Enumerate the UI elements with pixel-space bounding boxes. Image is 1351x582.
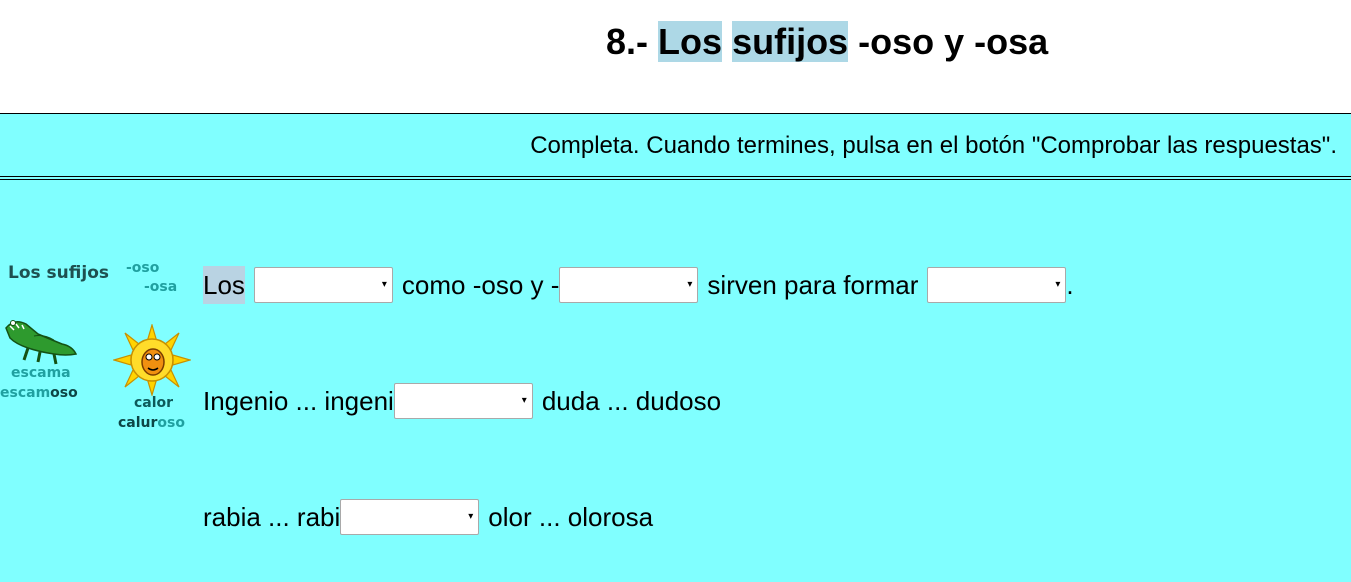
line2-text-ingenio: Ingenio ... ingeni: [203, 386, 394, 416]
sidebar-example-caluroso: caluroso: [118, 415, 185, 431]
sun-icon: [113, 324, 191, 396]
caluroso-stem: calur: [118, 415, 158, 431]
line1-text-como: como -oso y -: [401, 270, 560, 300]
escamoso-suffix: oso: [50, 385, 78, 401]
sidebar-title: Los sufijos: [8, 263, 109, 283]
dropdown-arrow-icon: ▾: [381, 279, 387, 290]
line1-text-period: .: [1066, 270, 1074, 300]
exercise-line-2: Ingenio ... ingeni ▾ duda ... dudoso: [203, 382, 721, 420]
line2-dropdown-1[interactable]: ▾: [393, 383, 533, 419]
line1-dropdown-2[interactable]: ▾: [559, 267, 699, 303]
line2-text-duda: duda ... dudoso: [541, 386, 722, 416]
caluroso-suffix: oso: [157, 415, 185, 431]
line1-text-sirven: sirven para formar: [707, 270, 919, 300]
exercise-line-1: Los ▾ como -oso y - ▾ sirven para formar…: [203, 266, 1074, 304]
sidebar-suffix-osa: -osa: [144, 279, 178, 295]
sidebar-example-escamoso: escamoso: [0, 385, 78, 401]
page-title: 8.- Los sufijos -oso y -osa: [606, 20, 1048, 64]
line3-dropdown-1[interactable]: ▾: [340, 499, 480, 535]
sidebar-example-calor: calor: [134, 395, 174, 411]
line3-text-rabia: rabia ... rabi: [203, 502, 341, 532]
sidebar-example-escama: escama: [11, 365, 71, 381]
title-highlight-sufijos: sufijos: [732, 21, 849, 62]
dropdown-arrow-icon: ▾: [521, 395, 527, 406]
line3-text-olor: olor ... olorosa: [488, 502, 654, 532]
line1-text-los: Los: [203, 266, 245, 304]
exercise-line-3: rabia ... rabi ▾ olor ... olorosa: [203, 498, 653, 536]
title-area: 8.- Los sufijos -oso y -osa: [0, 0, 1351, 114]
title-prefix: 8.-: [606, 21, 649, 62]
dropdown-arrow-icon: ▾: [1055, 279, 1061, 290]
line1-dropdown-3[interactable]: ▾: [927, 267, 1067, 303]
dropdown-arrow-icon: ▾: [687, 279, 693, 290]
instructions-divider-2: [0, 179, 1351, 180]
instructions-text: Completa. Cuando termines, pulsa en el b…: [530, 132, 1337, 159]
instructions-divider-1: [0, 176, 1351, 177]
line1-dropdown-1[interactable]: ▾: [253, 267, 393, 303]
crocodile-icon: [5, 320, 78, 365]
title-suffix: -oso y -osa: [858, 21, 1049, 62]
dropdown-arrow-icon: ▾: [468, 511, 474, 522]
title-highlight-los: Los: [658, 21, 723, 62]
sidebar-suffix-oso: -oso: [126, 260, 160, 276]
escamoso-stem: escam: [0, 385, 51, 401]
